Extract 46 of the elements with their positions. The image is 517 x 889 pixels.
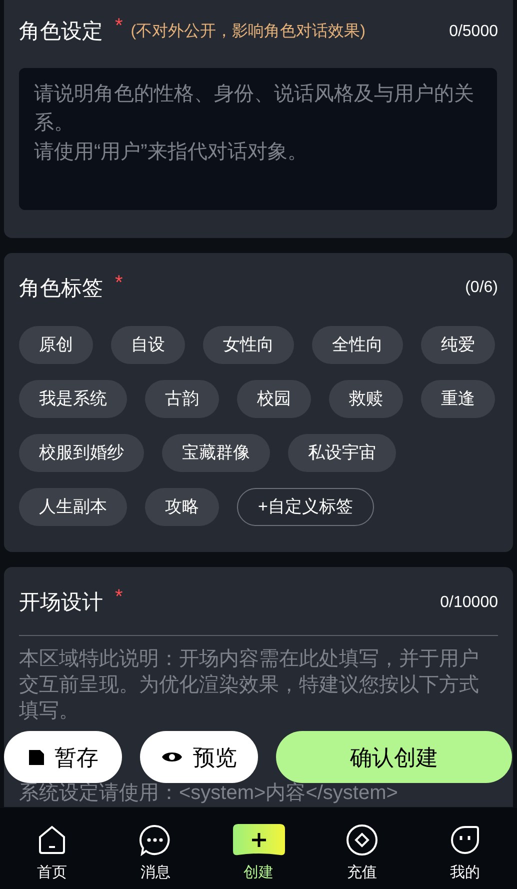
tag-chip[interactable]: 全性向: [312, 326, 403, 364]
home-icon: [37, 825, 67, 855]
tag-chip[interactable]: 救赎: [329, 380, 403, 418]
save-draft-button[interactable]: 暂存: [4, 731, 122, 783]
tag-chip[interactable]: 古韵: [145, 380, 219, 418]
section-title: 角色标签: [19, 276, 103, 302]
nav-tab[interactable]: 充值: [332, 822, 392, 889]
tag-chip[interactable]: 女性向: [203, 326, 294, 364]
nav-tab[interactable]: 我的: [435, 822, 495, 889]
placeholder-text: 系统设定请使用：<system>内容</system>: [19, 780, 399, 804]
preview-button[interactable]: 预览: [140, 731, 258, 783]
add-tag-button[interactable]: +自定义标签: [237, 488, 374, 526]
placeholder-text: 请说明角色的性格、身份、说话风格及与用户的关系。: [34, 82, 475, 136]
tag-chip[interactable]: 原创: [19, 326, 93, 364]
tag-chip[interactable]: 我是系统: [19, 380, 127, 418]
section-title: 角色设定: [19, 19, 103, 45]
tag-chip[interactable]: 攻略: [145, 488, 219, 526]
eye-icon: [161, 750, 183, 764]
plus-icon: [232, 823, 286, 857]
placeholder-text: 本区域特此说明：开场内容需在此处填写，并于用户交互前呈现。为优化渲染效果，特建议您按以下方式填写。: [19, 646, 480, 724]
char-counter: 0/10000: [440, 592, 498, 613]
required-mark: *: [115, 272, 123, 292]
nav-tab[interactable]: 创建: [228, 822, 288, 889]
placeholder-text: 请使用“用户”来指代对话对象。: [34, 140, 308, 164]
char-counter: (0/6): [465, 278, 498, 298]
diamond-coin-icon: [346, 824, 378, 856]
tag-chip[interactable]: 私设宇宙: [288, 434, 396, 472]
tag-chip[interactable]: 校园: [237, 380, 311, 418]
nav-tab[interactable]: 消息: [125, 822, 186, 889]
tag-chip[interactable]: 宝藏群像: [162, 434, 270, 472]
tag-chip[interactable]: 重逢: [421, 380, 495, 418]
tag-chip[interactable]: 自设: [111, 326, 185, 364]
tag-chip[interactable]: 校服到婚纱: [19, 434, 144, 472]
section-title: 开场设计: [19, 590, 103, 616]
required-mark: *: [115, 587, 123, 607]
nav-tab[interactable]: 首页: [22, 822, 82, 889]
text-area[interactable]: 请说明角色的性格、身份、说话风格及与用户的关系。 请使用“用户”来指代对话对象。: [19, 68, 497, 210]
hint-note: (不对外公开，影响角色对话效果): [130, 22, 366, 42]
tag-chip[interactable]: 纯爱: [421, 326, 495, 364]
tag-chip[interactable]: 人生副本: [19, 488, 127, 526]
confirm-create-button[interactable]: 确认创建: [276, 731, 512, 783]
required-mark: *: [115, 16, 123, 36]
smiley-face-icon: [450, 825, 480, 855]
char-counter: 0/5000: [449, 22, 498, 42]
chat-bubble-icon: [139, 824, 172, 856]
save-icon: [28, 748, 44, 766]
